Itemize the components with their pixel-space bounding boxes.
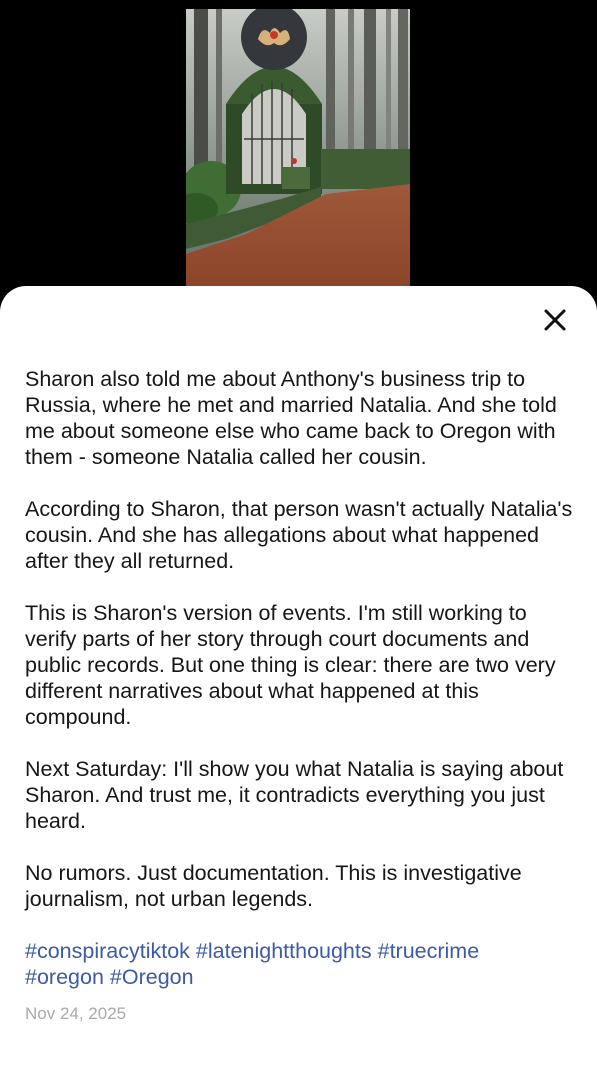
caption-paragraph: No rumors. Just documentation. This is i…	[25, 861, 522, 911]
video-area[interactable]	[0, 0, 597, 300]
caption-paragraph: According to Sharon, that person wasn't …	[25, 497, 573, 573]
caption-paragraph: Sharon also told me about Anthony's busi…	[25, 367, 557, 469]
hashtag-link[interactable]: #oregon	[25, 965, 104, 989]
hashtag-link[interactable]: #Oregon	[110, 965, 194, 989]
forest-archway-image	[186, 9, 410, 291]
video-thumbnail[interactable]	[186, 9, 410, 291]
caption-text: Sharon also told me about Anthony's busi…	[25, 366, 577, 1025]
close-button[interactable]	[541, 306, 569, 334]
hashtag-link[interactable]: #latenightthoughts	[196, 939, 372, 963]
caption-sheet: Sharon also told me about Anthony's busi…	[0, 286, 597, 1072]
hashtag-link[interactable]: #conspiracytiktok	[25, 939, 190, 963]
close-icon[interactable]	[541, 306, 569, 334]
caption-paragraph: This is Sharon's version of events. I'm …	[25, 601, 556, 729]
caption-paragraph: Next Saturday: I'll show you what Natali…	[25, 757, 564, 833]
hashtag-link[interactable]: #truecrime	[378, 939, 480, 963]
post-date: Nov 24, 2025	[25, 1004, 127, 1023]
hashtag-list: #conspiracytiktok #latenightthoughts #tr…	[25, 938, 577, 990]
